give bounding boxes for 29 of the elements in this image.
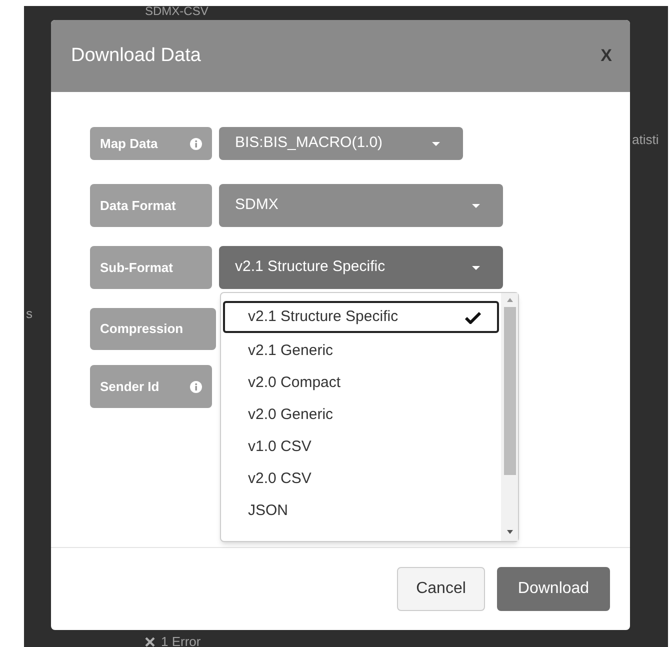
info-icon[interactable] (190, 380, 202, 392)
error-icon (145, 636, 155, 647)
cancel-button[interactable]: Cancel (397, 567, 485, 611)
dropdown-option[interactable]: v1.0 CSV (223, 431, 501, 463)
caret-icon (471, 264, 481, 270)
check-icon (465, 310, 481, 324)
background-text: 1 Error (161, 633, 201, 647)
field-label-text: Data Format (100, 196, 176, 215)
dropdown-option[interactable]: JSON (223, 495, 501, 527)
dropdown-option[interactable]: v2.0 Compact (223, 367, 501, 399)
dropdown-option[interactable]: v2.0 CSV (223, 463, 501, 495)
dialog-title: Download Data (71, 44, 201, 68)
caret-icon (471, 202, 481, 208)
download-button[interactable]: Download (497, 567, 610, 611)
background-text: s (26, 305, 32, 323)
background-text: atisti (632, 131, 659, 149)
dropdown-option[interactable]: v2.0 Generic (223, 399, 501, 431)
caret-icon (431, 140, 441, 146)
select-field[interactable]: v2.1 Structure Specific (219, 246, 503, 289)
scrollbar-thumb[interactable] (504, 307, 516, 475)
dropdown-option[interactable]: v2.1 Generic (223, 335, 501, 367)
info-icon[interactable] (190, 138, 202, 150)
field-label-text: Sender Id (100, 378, 160, 396)
dropdown-option[interactable]: v2.1 Structure Specific (223, 301, 499, 333)
field-label-text: Compression (100, 320, 184, 338)
close-button[interactable]: X (600, 43, 612, 69)
field-label-text: Map Data (100, 134, 158, 153)
background-text: SDMX-CSV (145, 4, 208, 18)
field-label-text: Sub-Format (100, 258, 173, 277)
